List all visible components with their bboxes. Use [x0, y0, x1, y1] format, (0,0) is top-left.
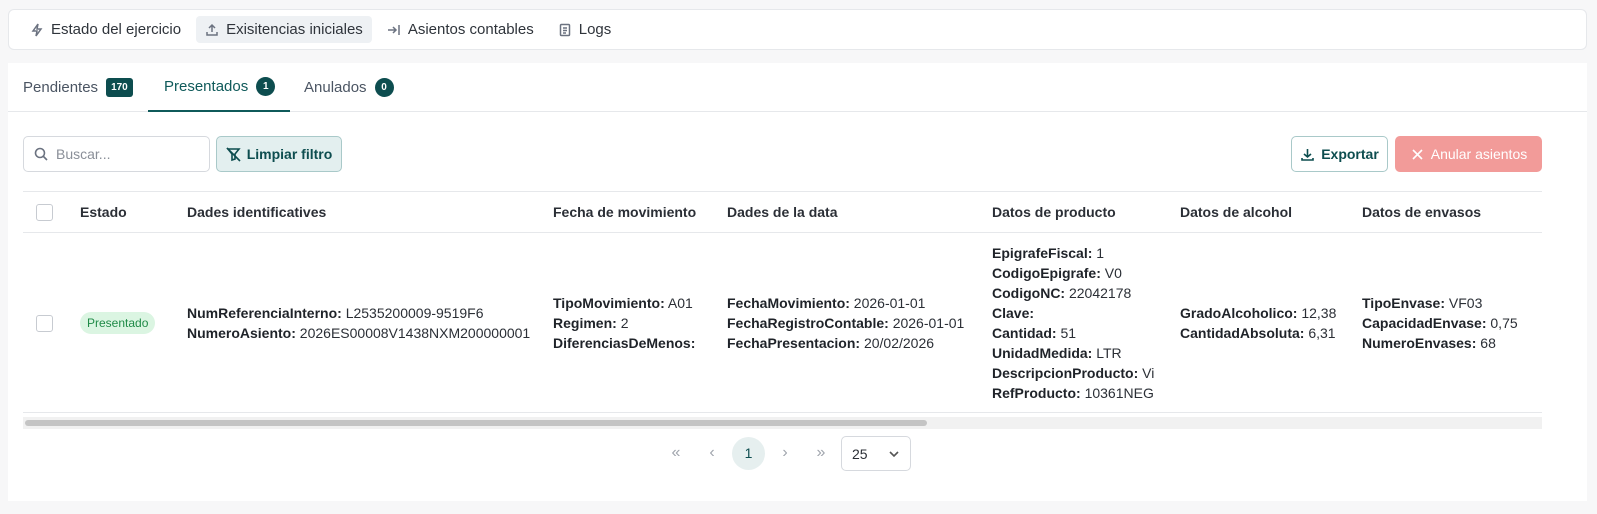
field-line: RefProducto: 10361NEG — [992, 385, 1154, 401]
field-line: NumeroAsiento: 2026ES00008V1438NXM200000… — [187, 325, 531, 341]
field-line: EpigrafeFiscal: 1 — [992, 245, 1105, 261]
field-line: CodigoEpigrafe: V0 — [992, 265, 1122, 281]
movimiento-cell: TipoMovimiento: A01 Regimen: 2 Diferenci… — [553, 293, 695, 353]
chevron-down-icon — [889, 450, 899, 457]
field-line: GradoAlcoholico: 12,38 — [1180, 305, 1337, 321]
search-box — [23, 136, 210, 172]
export-label: Exportar — [1321, 146, 1379, 162]
tab-label: Anulados — [304, 79, 367, 96]
column-header-fecha-movimiento[interactable]: Fecha de movimiento — [553, 192, 696, 233]
field-line: UnidadMedida: LTR — [992, 345, 1122, 361]
page-size-select[interactable]: 25 — [841, 436, 911, 471]
asientos-table: Estado Dades identificatives Fecha de mo… — [23, 191, 1542, 413]
main-card: Pendientes 170 Presentados 1 Anulados 0 … — [8, 63, 1587, 501]
search-input[interactable] — [56, 146, 196, 162]
count-badge: 0 — [374, 78, 394, 97]
producto-cell: EpigrafeFiscal: 1 CodigoEpigrafe: V0 Cod… — [992, 243, 1154, 403]
nav-item-estado-ejercicio[interactable]: Estado del ejercicio — [21, 16, 190, 43]
nav-item-label: Exisitencias iniciales — [226, 21, 363, 38]
field-line: FechaPresentacion: 20/02/2026 — [727, 335, 935, 351]
field-line: CapacidadEnvase: 0,75 — [1362, 315, 1518, 331]
clear-filter-label: Limpiar filtro — [246, 146, 333, 162]
tab-presentados[interactable]: Presentados 1 — [148, 63, 290, 112]
prev-page-button[interactable]: ‹ — [694, 436, 730, 470]
column-header-producto[interactable]: Datos de producto — [992, 192, 1116, 233]
count-badge: 170 — [106, 78, 133, 97]
field-line: Regimen: 2 — [553, 315, 629, 331]
field-line: TipoMovimiento: A01 — [553, 295, 693, 311]
identificativos-cell: NumReferenciaInterno: L2535200009-9519F6… — [187, 303, 530, 343]
next-page-button[interactable]: › — [767, 436, 803, 470]
alcohol-cell: GradoAlcoholico: 12,38 CantidadAbsoluta:… — [1180, 303, 1336, 343]
row-checkbox[interactable] — [36, 315, 53, 332]
tab-pendientes[interactable]: Pendientes 170 — [23, 63, 141, 112]
table-header: Estado Dades identificatives Fecha de mo… — [23, 191, 1542, 233]
export-button[interactable]: Exportar — [1291, 136, 1388, 172]
tab-label: Presentados — [164, 78, 249, 95]
field-line: Cantidad: 51 — [992, 325, 1077, 341]
tab-anulados[interactable]: Anulados 0 — [304, 63, 404, 112]
column-header-data[interactable]: Dades de la data — [727, 192, 838, 233]
count-badge: 1 — [256, 77, 276, 96]
column-header-identificativos[interactable]: Dades identificatives — [187, 192, 326, 233]
field-line: DescripcionProducto: Vi — [992, 365, 1155, 381]
anular-asientos-button[interactable]: Anular asientos — [1395, 136, 1542, 172]
anular-label: Anular asientos — [1430, 146, 1528, 162]
table-row[interactable]: Presentado NumReferenciaInterno: L253520… — [23, 233, 1542, 413]
document-icon — [559, 23, 570, 36]
field-line: NumeroEnvases: 68 — [1362, 335, 1496, 351]
tab-label: Pendientes — [23, 79, 99, 96]
column-header-alcohol[interactable]: Datos de alcohol — [1180, 192, 1292, 233]
clear-filter-button[interactable]: Limpiar filtro — [216, 136, 342, 172]
column-header-envasos[interactable]: Datos de envasos — [1362, 192, 1481, 233]
nav-item-logs[interactable]: Logs — [549, 16, 621, 43]
filter-off-icon — [226, 146, 241, 162]
column-header-estado[interactable]: Estado — [80, 192, 127, 233]
nav-item-label: Estado del ejercicio — [51, 21, 182, 38]
download-icon — [1301, 148, 1315, 161]
upload-icon — [206, 23, 218, 36]
top-nav: Estado del ejercicio Exisitencias inicia… — [8, 9, 1587, 50]
bolt-icon — [31, 23, 43, 36]
nav-item-label: Logs — [578, 21, 612, 38]
field-line: TipoEnvase: VF03 — [1362, 295, 1483, 311]
page-size-value: 25 — [852, 445, 868, 462]
nav-item-existencias-iniciales[interactable]: Exisitencias iniciales — [196, 16, 372, 43]
last-page-button[interactable]: » — [803, 436, 839, 470]
envasos-cell: TipoEnvase: VF03 CapacidadEnvase: 0,75 N… — [1362, 293, 1518, 353]
close-icon — [1412, 148, 1423, 160]
horizontal-scrollbar[interactable] — [23, 417, 1542, 429]
field-line: DiferenciasDeMenos: — [553, 335, 696, 351]
select-all-checkbox[interactable] — [36, 204, 53, 221]
field-line: FechaRegistroContable: 2026-01-01 — [727, 315, 965, 331]
arrow-into-icon — [387, 24, 400, 35]
status-tabs: Pendientes 170 Presentados 1 Anulados 0 — [8, 63, 1587, 112]
pagination: « ‹ 1 › » — [658, 436, 839, 470]
field-line: CantidadAbsoluta: 6,31 — [1180, 325, 1336, 341]
field-line: CodigoNC: 22042178 — [992, 285, 1132, 301]
field-line: Clave: — [992, 305, 1035, 321]
field-line: NumReferenciaInterno: L2535200009-9519F6 — [187, 305, 484, 321]
search-icon — [34, 147, 48, 161]
nav-item-asientos-contables[interactable]: Asientos contables — [378, 16, 543, 43]
field-line: FechaMovimiento: 2026-01-01 — [727, 295, 926, 311]
first-page-button[interactable]: « — [658, 436, 694, 470]
status-badge: Presentado — [80, 312, 156, 334]
scrollbar-thumb[interactable] — [25, 420, 927, 426]
page-button-current[interactable]: 1 — [732, 436, 765, 470]
data-cell: FechaMovimiento: 2026-01-01 FechaRegistr… — [727, 293, 964, 353]
nav-item-label: Asientos contables — [407, 21, 534, 38]
